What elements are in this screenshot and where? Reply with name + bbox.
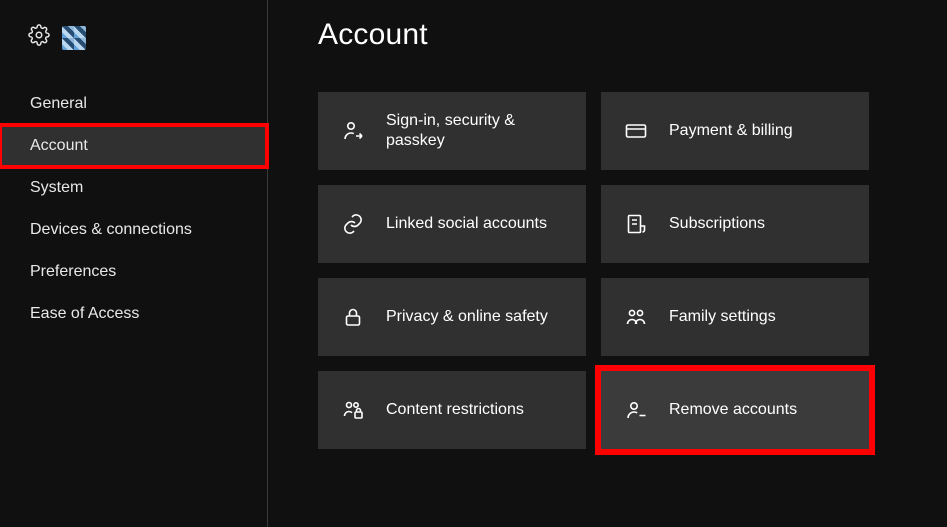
- sidebar-item-label: Account: [30, 137, 88, 155]
- link-icon: [340, 212, 366, 236]
- tile-label: Remove accounts: [669, 400, 797, 420]
- tile-label: Privacy & online safety: [386, 307, 548, 327]
- tile-label: Linked social accounts: [386, 214, 547, 234]
- person-minus-icon: [623, 398, 649, 422]
- sidebar: General Account System Devices & connect…: [0, 0, 268, 527]
- receipt-icon: [623, 212, 649, 236]
- tile-sign-in-security-passkey[interactable]: Sign-in, security & passkey: [318, 92, 586, 170]
- sidebar-item-label: System: [30, 179, 83, 197]
- sidebar-item-label: Devices & connections: [30, 221, 192, 239]
- tile-label: Payment & billing: [669, 121, 793, 141]
- family-icon: [623, 305, 649, 329]
- sidebar-item-general[interactable]: General: [0, 83, 267, 125]
- tile-family-settings[interactable]: Family settings: [601, 278, 869, 356]
- page-title: Account: [318, 18, 917, 52]
- avatar[interactable]: [62, 26, 86, 50]
- sidebar-item-ease-of-access[interactable]: Ease of Access: [0, 293, 267, 335]
- tile-grid: Sign-in, security & passkey Payment & bi…: [318, 92, 917, 449]
- tile-content-restrictions[interactable]: Content restrictions: [318, 371, 586, 449]
- main-panel: Account Sign-in, security & passkey Paym…: [268, 0, 947, 527]
- person-arrow-icon: [340, 119, 366, 143]
- tile-label: Sign-in, security & passkey: [386, 111, 568, 151]
- tile-label: Subscriptions: [669, 214, 765, 234]
- sidebar-nav: General Account System Devices & connect…: [0, 83, 267, 335]
- credit-card-icon: [623, 119, 649, 143]
- person-group-lock-icon: [340, 398, 366, 422]
- tile-label: Family settings: [669, 307, 776, 327]
- gear-icon: [28, 24, 50, 51]
- sidebar-item-account[interactable]: Account: [0, 125, 267, 167]
- sidebar-item-system[interactable]: System: [0, 167, 267, 209]
- lock-icon: [340, 305, 366, 329]
- sidebar-item-label: General: [30, 95, 87, 113]
- tile-privacy-online-safety[interactable]: Privacy & online safety: [318, 278, 586, 356]
- sidebar-item-devices-connections[interactable]: Devices & connections: [0, 209, 267, 251]
- tile-payment-billing[interactable]: Payment & billing: [601, 92, 869, 170]
- tile-linked-social-accounts[interactable]: Linked social accounts: [318, 185, 586, 263]
- tile-label: Content restrictions: [386, 400, 524, 420]
- tile-remove-accounts[interactable]: Remove accounts: [601, 371, 869, 449]
- sidebar-item-label: Preferences: [30, 263, 116, 281]
- sidebar-header: [0, 20, 267, 83]
- sidebar-item-preferences[interactable]: Preferences: [0, 251, 267, 293]
- settings-app: General Account System Devices & connect…: [0, 0, 947, 527]
- tile-subscriptions[interactable]: Subscriptions: [601, 185, 869, 263]
- sidebar-item-label: Ease of Access: [30, 305, 139, 323]
